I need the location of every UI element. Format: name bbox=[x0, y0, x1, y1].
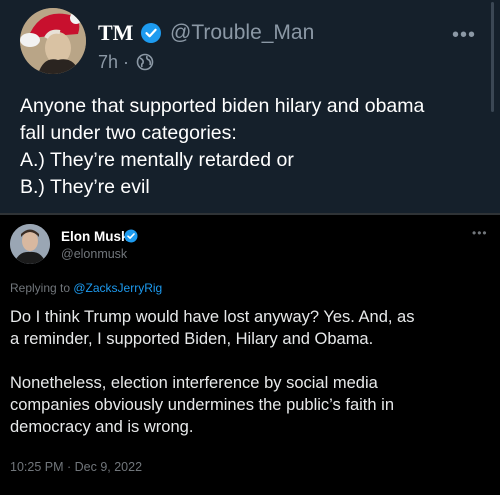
tweet-timestamp[interactable]: 10:25 PM · Dec 9, 2022 bbox=[10, 460, 142, 474]
more-options-icon[interactable]: ••• bbox=[452, 24, 476, 47]
user-handle[interactable]: @Trouble_Man bbox=[170, 21, 314, 45]
display-name[interactable]: TM bbox=[98, 20, 133, 46]
tweet-line: Anyone that supported biden hilary and o… bbox=[20, 95, 425, 117]
replying-prefix: Replying to bbox=[10, 281, 74, 295]
tweet-line: Do I think Trump would have lost anyway?… bbox=[10, 308, 415, 326]
tweet-line: A.) They’re mentally retarded or bbox=[20, 149, 294, 171]
tweet-line: B.) They’re evil bbox=[20, 176, 150, 198]
globe-icon bbox=[136, 53, 154, 71]
tweet-line: fall under two categories: bbox=[20, 122, 237, 144]
quoted-avatar[interactable] bbox=[10, 224, 50, 264]
tweet-line: democracy and is wrong. bbox=[10, 418, 194, 436]
verified-badge-icon bbox=[141, 23, 161, 43]
reply-mention-link[interactable]: @ZacksJerryRig bbox=[73, 281, 162, 295]
quoted-user-handle[interactable]: @elonmusk bbox=[61, 247, 127, 261]
replying-to: Replying to @ZacksJerryRig bbox=[10, 281, 162, 295]
tweet-line: a reminder, I supported Biden, Hilary an… bbox=[10, 330, 374, 348]
more-options-icon[interactable]: ••• bbox=[472, 226, 488, 240]
tweet-time[interactable]: 7h · bbox=[98, 52, 129, 73]
tweet-line: Nonetheless, election interference by so… bbox=[10, 374, 378, 392]
avatar[interactable] bbox=[20, 8, 86, 74]
tweet-text: Anyone that supported biden hilary and o… bbox=[20, 93, 480, 201]
verified-badge-icon bbox=[124, 229, 138, 243]
scrollbar[interactable] bbox=[491, 2, 494, 112]
quoted-display-name[interactable]: Elon Musk bbox=[61, 229, 129, 244]
divider bbox=[0, 213, 500, 215]
quoted-tweet-text: Do I think Trump would have lost anyway?… bbox=[10, 306, 490, 438]
tweet-line: companies obviously undermines the publi… bbox=[10, 396, 394, 414]
